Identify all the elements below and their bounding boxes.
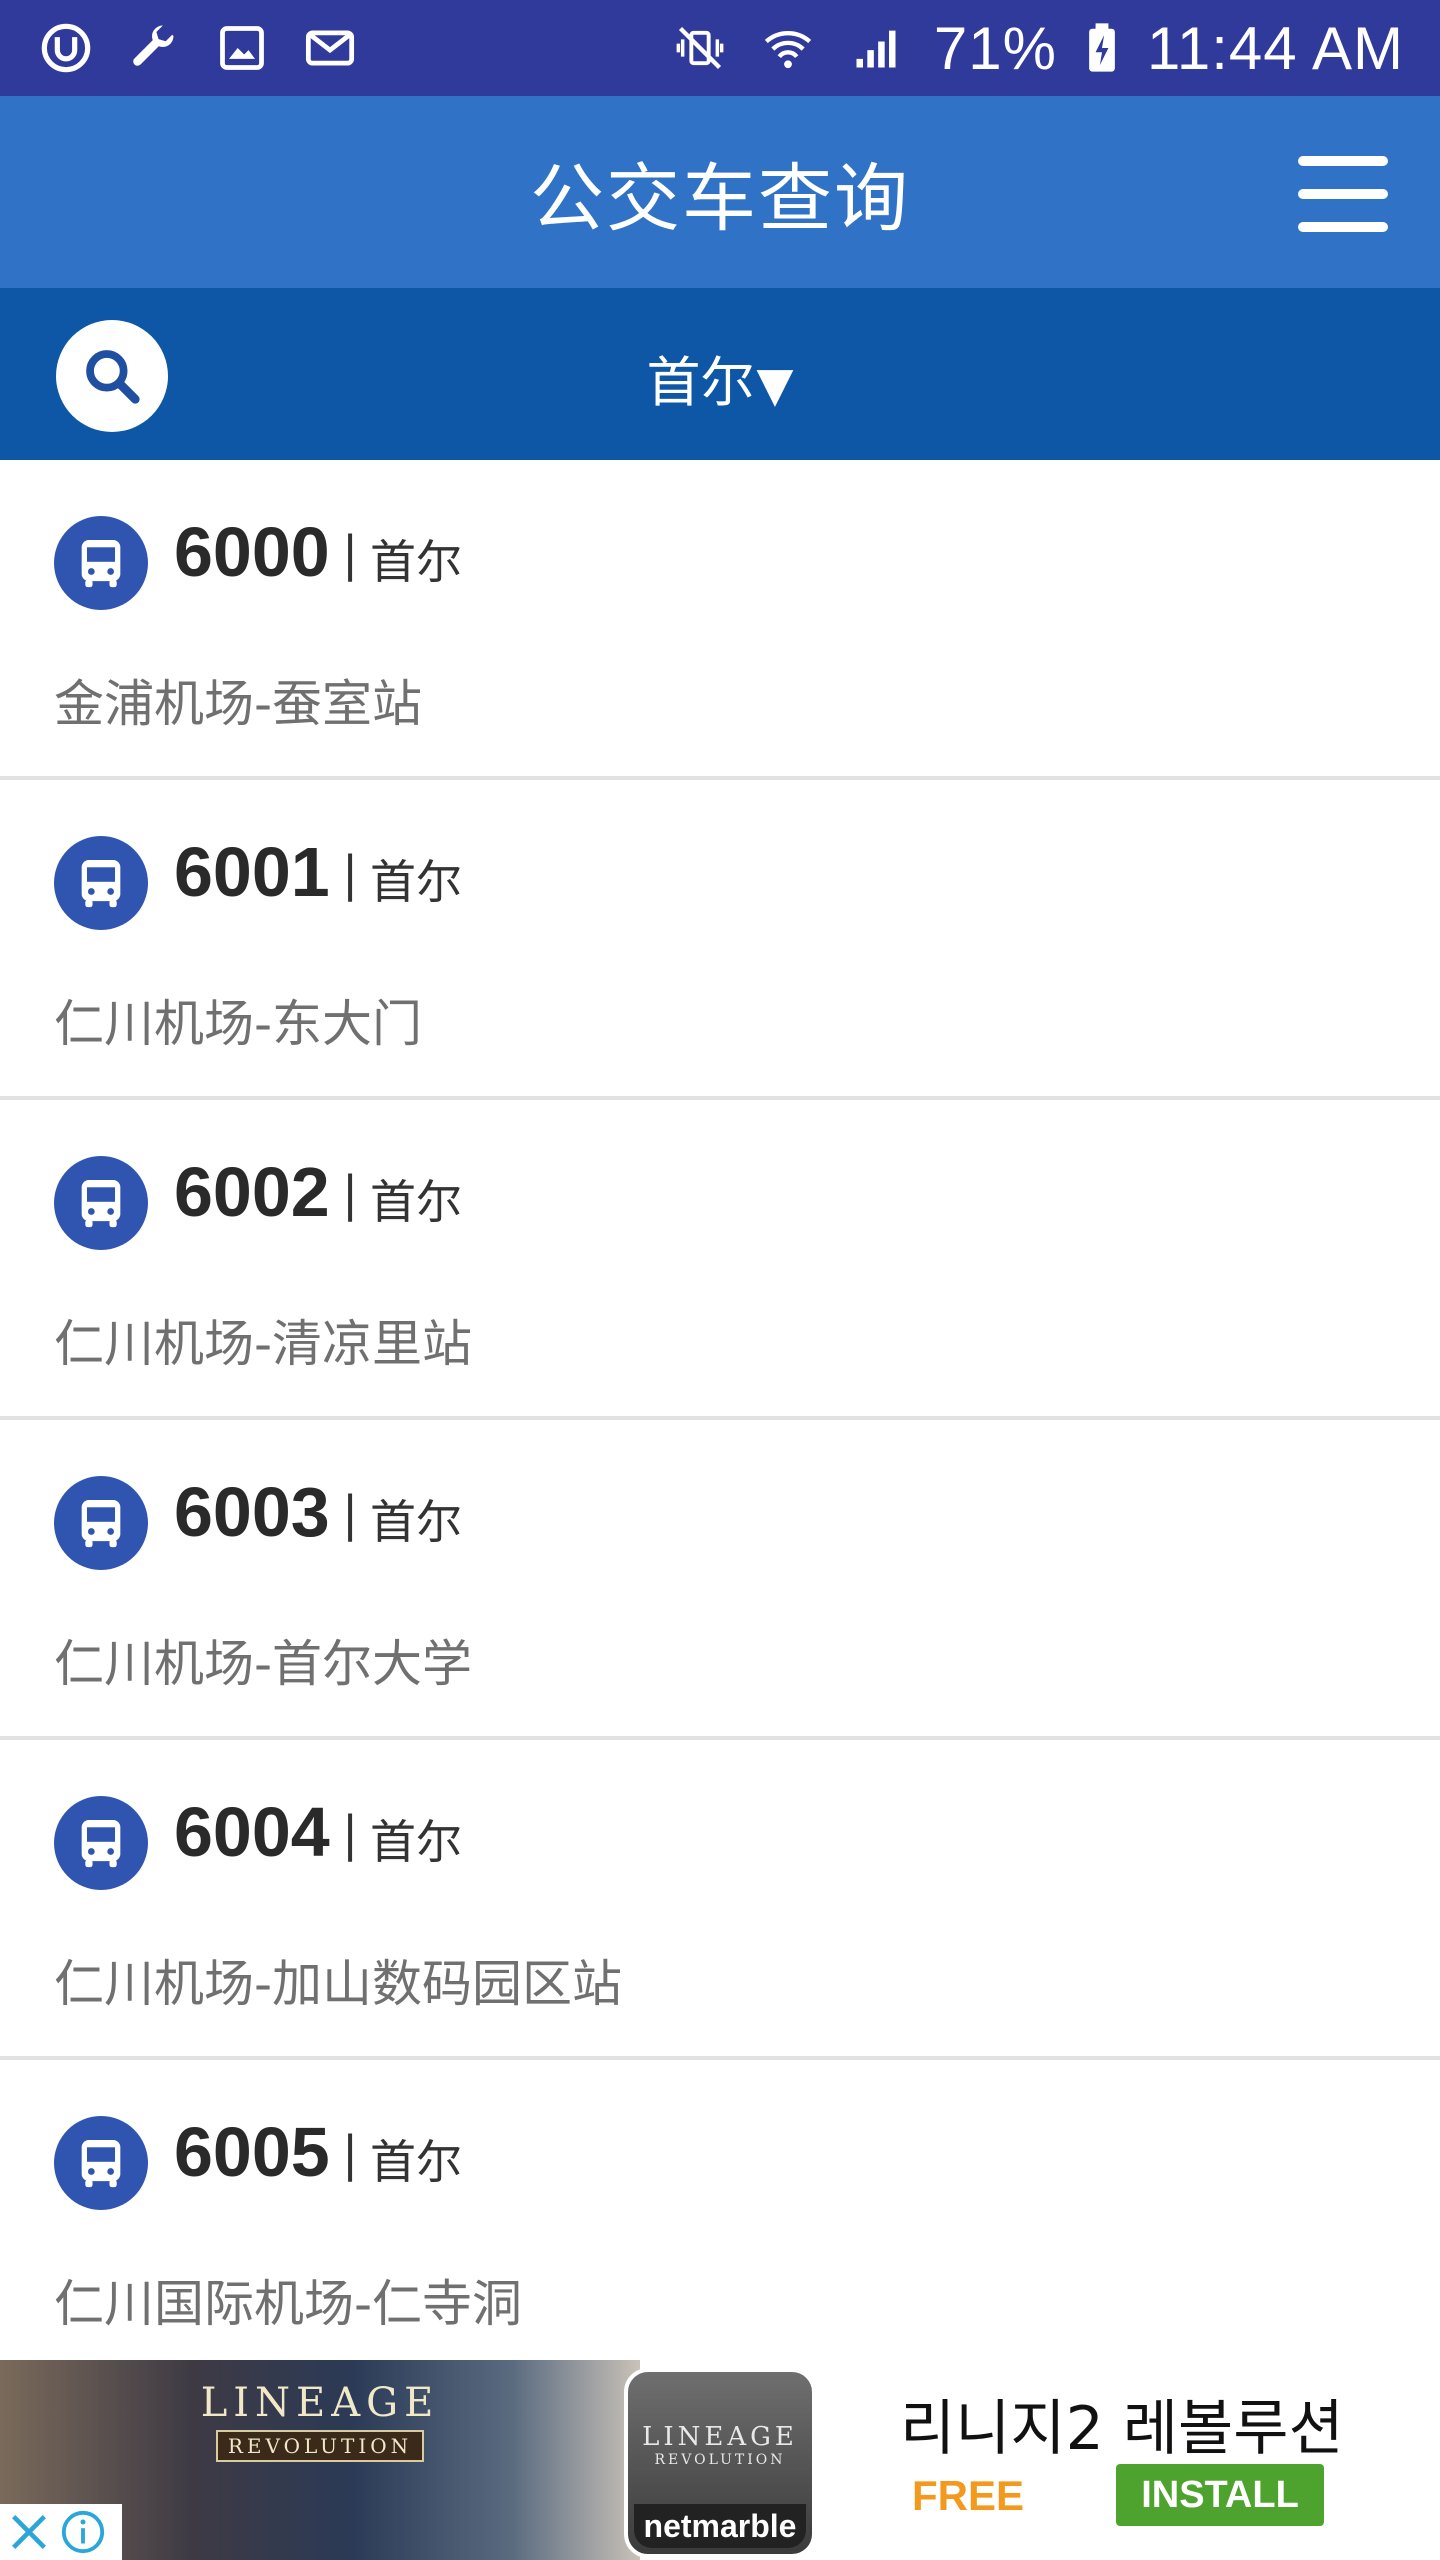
list-item[interactable]: 6000 | 首尔 金浦机场-蚕室站 [0, 460, 1440, 780]
image-icon [212, 18, 272, 78]
menu-bar-line [1298, 189, 1388, 199]
info-icon[interactable] [60, 2509, 106, 2555]
filter-bar: 首尔▼ [0, 288, 1440, 460]
route-separator: | [342, 526, 359, 582]
route-separator: | [342, 1166, 359, 1222]
bus-icon [54, 516, 148, 610]
bus-icon [54, 1796, 148, 1890]
ad-app-icon-brand: netmarble [634, 2504, 806, 2548]
app-bar: 公交车查询 [0, 96, 1440, 288]
route-separator: | [342, 2126, 359, 2182]
battery-percent: 71% [933, 14, 1057, 82]
ad-art-logo: LINEAGE REVOLUTION [180, 2380, 460, 2462]
menu-bar-line [1298, 156, 1388, 166]
route-description: 仁川机场-清凉里站 [54, 1315, 473, 1373]
ad-price: FREE [912, 2472, 1025, 2519]
ad-title[interactable]: 리니지2 레볼루션 [900, 2380, 1344, 2467]
close-icon[interactable] [6, 2509, 52, 2555]
ad-app-icon-logo-line1: LINEAGE [642, 2422, 798, 2452]
ad-art-logo-line1: LINEAGE [200, 2380, 440, 2426]
ad-art-logo-line2: REVOLUTION [215, 2430, 425, 2462]
route-separator: | [342, 1806, 359, 1862]
route-city: 首尔 [370, 1815, 462, 1869]
bus-icon [54, 836, 148, 930]
list-item[interactable]: 6005 | 首尔 仁川国际机场-仁寺洞 [0, 2060, 1440, 2380]
bus-icon [54, 1156, 148, 1250]
city-selector-label: 首尔 [646, 351, 755, 414]
route-number: 6001 [174, 833, 330, 911]
route-description: 仁川机场-东大门 [54, 995, 423, 1053]
cell-signal-icon [846, 18, 906, 78]
uc-browser-icon [36, 18, 96, 78]
ad-app-icon-logo-line2: REVOLUTION [654, 2452, 786, 2468]
list-item[interactable]: 6002 | 首尔 仁川机场-清凉里站 [0, 1100, 1440, 1420]
list-item[interactable]: 6001 | 首尔 仁川机场-东大门 [0, 780, 1440, 1100]
ad-controls [0, 2504, 122, 2560]
route-number: 6002 [174, 1153, 330, 1231]
route-number: 6004 [174, 1793, 330, 1871]
status-time: 11:44 AM [1146, 14, 1404, 82]
route-city: 首尔 [370, 535, 462, 589]
ad-banner[interactable]: LINEAGE REVOLUTION LINEAGE REVOLUTION ne… [0, 2360, 1440, 2560]
page-title: 公交车查询 [530, 155, 910, 242]
ad-app-icon-logo: LINEAGE REVOLUTION [628, 2422, 812, 2468]
route-number: 6000 [174, 513, 330, 591]
ad-install-button[interactable]: INSTALL [1116, 2464, 1324, 2526]
route-city: 首尔 [370, 2135, 462, 2189]
route-separator: | [342, 846, 359, 902]
hamburger-menu-icon[interactable] [1298, 156, 1388, 232]
route-number: 6003 [174, 1473, 330, 1551]
status-right-icons: 71% 11:44 AM [670, 14, 1404, 83]
route-city: 首尔 [370, 1495, 462, 1549]
status-bar: 71% 11:44 AM [0, 0, 1440, 96]
ad-app-icon[interactable]: LINEAGE REVOLUTION netmarble [624, 2368, 816, 2558]
wifi-icon [758, 18, 818, 78]
route-number: 6005 [174, 2113, 330, 2191]
city-selector[interactable]: 首尔▼ [0, 338, 1440, 417]
list-item[interactable]: 6003 | 首尔 仁川机场-首尔大学 [0, 1420, 1440, 1740]
status-left-icons [36, 18, 360, 78]
caret-down-icon: ▼ [756, 357, 794, 413]
wrench-icon [124, 18, 184, 78]
menu-bar-line [1298, 222, 1388, 232]
route-description: 仁川机场-首尔大学 [54, 1635, 473, 1693]
bus-icon [54, 1476, 148, 1570]
gmail-icon [300, 18, 360, 78]
list-item[interactable]: 6004 | 首尔 仁川机场-加山数码园区站 [0, 1740, 1440, 2060]
route-description: 金浦机场-蚕室站 [54, 675, 423, 733]
route-description: 仁川机场-加山数码园区站 [54, 1955, 623, 2013]
route-description: 仁川国际机场-仁寺洞 [54, 2275, 523, 2333]
route-city: 首尔 [370, 855, 462, 909]
route-separator: | [342, 1486, 359, 1542]
vibrate-mute-icon [670, 18, 730, 78]
route-city: 首尔 [370, 1175, 462, 1229]
battery-charging-icon [1085, 18, 1119, 78]
bus-icon [54, 2116, 148, 2210]
route-list: 6000 | 首尔 金浦机场-蚕室站 6001 | 首尔 仁川机场-东大门 60… [0, 460, 1440, 2380]
